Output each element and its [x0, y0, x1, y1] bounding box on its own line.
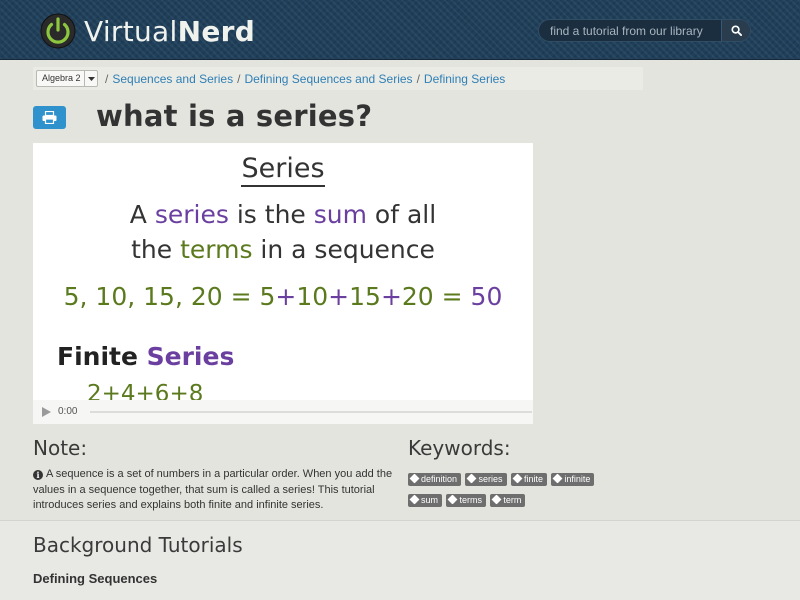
video-frame: Series A series is the sum of all the te… — [33, 143, 533, 400]
slide-text: 15 — [349, 282, 381, 311]
breadcrumb-separator: / — [416, 72, 420, 86]
tag-icon — [552, 473, 563, 484]
page-title: what is a series? — [96, 99, 373, 133]
slide-text: is the — [228, 200, 314, 229]
course-select-value: Algebra 2 — [42, 73, 81, 83]
keyword-tag-definition[interactable]: definition — [408, 473, 462, 486]
breadcrumb-separator: / — [105, 72, 109, 86]
tag-icon — [409, 473, 420, 484]
slide-finite-heading: Finite Series — [57, 342, 234, 371]
tag-label: finite — [523, 474, 543, 484]
slide-text: series — [154, 200, 229, 229]
keyword-tags: definition series finite infinite sum te… — [408, 469, 618, 511]
slide-text: + — [328, 282, 350, 311]
note-heading: Note: — [33, 436, 88, 460]
tag-icon — [467, 473, 477, 484]
logo-wordmark: VirtualNerd — [84, 15, 255, 48]
tag-icon — [491, 494, 502, 505]
tag-label: sum — [421, 495, 439, 505]
note-body: iA sequence is a set of numbers in a par… — [33, 467, 398, 514]
info-icon: i — [33, 470, 43, 480]
slide-example: 5, 10, 15, 20 = 5+10+15+20 = 50 — [33, 282, 533, 311]
search-icon — [730, 25, 742, 36]
slide-finite-example: 2+4+6+8 — [87, 381, 204, 400]
video-player[interactable]: Series A series is the sum of all the te… — [33, 143, 533, 424]
tag-label: definition — [421, 474, 458, 484]
tag-label: infinite — [564, 474, 591, 484]
breadcrumb-link-defining-sequences-and-series[interactable]: Defining Sequences and Series — [244, 72, 412, 86]
slide-text: 20 = — [401, 282, 471, 311]
slide-text: A — [129, 200, 155, 229]
course-dropdown-toggle[interactable] — [84, 71, 98, 86]
tag-icon — [409, 494, 420, 505]
slide-title-text: Series — [241, 153, 325, 187]
slide-text: the — [131, 235, 181, 264]
slide-text: + — [380, 282, 402, 311]
video-progress-bar[interactable] — [90, 411, 532, 413]
keyword-tag-series[interactable]: series — [465, 473, 507, 486]
breadcrumb: / Sequences and Series / Defining Sequences… — [101, 72, 505, 86]
keywords-heading: Keywords: — [408, 436, 511, 460]
printer-icon — [42, 111, 57, 124]
slide-text: in a sequence — [252, 235, 435, 264]
slide-text: 50 — [470, 282, 503, 311]
caret-down-icon — [88, 76, 95, 81]
search-input[interactable] — [539, 20, 723, 41]
course-select[interactable]: Algebra 2 — [36, 70, 98, 87]
tag-label: term — [503, 495, 522, 505]
video-controls: 0:00 — [33, 400, 533, 424]
tag-label: series — [478, 474, 503, 484]
keyword-tag-term[interactable]: term — [490, 494, 526, 507]
slide-text: Finite — [57, 342, 147, 371]
breadcrumb-link-defining-series[interactable]: Defining Series — [424, 72, 505, 86]
slide-text: of all — [366, 200, 437, 229]
slide-text: Series — [146, 342, 235, 371]
background-tutorials-section: Background Tutorials Defining Sequences — [0, 520, 800, 600]
keyword-tag-infinite[interactable]: infinite — [551, 473, 595, 486]
logo-text-light: Virtual — [84, 14, 178, 48]
keyword-tag-finite[interactable]: finite — [510, 473, 547, 486]
site-header: VirtualNerd — [0, 0, 800, 60]
keyword-tag-sum[interactable]: sum — [408, 494, 443, 507]
breadcrumb-separator: / — [237, 72, 241, 86]
print-button[interactable] — [33, 106, 66, 129]
slide-text: sum — [313, 200, 367, 229]
tag-icon — [512, 473, 523, 484]
background-tutorials-heading: Background Tutorials — [33, 533, 243, 557]
slide-text: 5, 10, 15, 20 = 5 — [63, 282, 276, 311]
tag-label: terms — [459, 495, 482, 505]
search-box — [538, 19, 751, 42]
breadcrumb-link-sequences-and-series[interactable]: Sequences and Series — [112, 72, 233, 86]
search-button[interactable] — [721, 20, 750, 41]
slide-title: Series — [33, 153, 533, 187]
tag-icon — [448, 494, 458, 505]
slide-definition-line-1: A series is the sum of all — [33, 200, 533, 229]
logo-text-bold: Nerd — [177, 14, 256, 48]
video-time: 0:00 — [58, 406, 78, 417]
site-logo[interactable]: VirtualNerd — [40, 10, 255, 52]
background-tutorial-defining-sequences[interactable]: Defining Sequences — [33, 571, 157, 586]
slide-definition-line-2: the terms in a sequence — [33, 235, 533, 264]
keyword-tag-terms[interactable]: terms — [446, 494, 486, 507]
breadcrumb-bar: Algebra 2 /Sequences and Series / Defining… — [33, 67, 643, 90]
slide-text: terms — [180, 235, 253, 264]
slide-text: + — [275, 282, 297, 311]
note-text: A sequence is a set of numbers in a part… — [33, 468, 393, 511]
play-icon[interactable] — [42, 407, 51, 417]
power-logo-icon — [40, 13, 76, 49]
slide-text: 10 — [296, 282, 329, 311]
